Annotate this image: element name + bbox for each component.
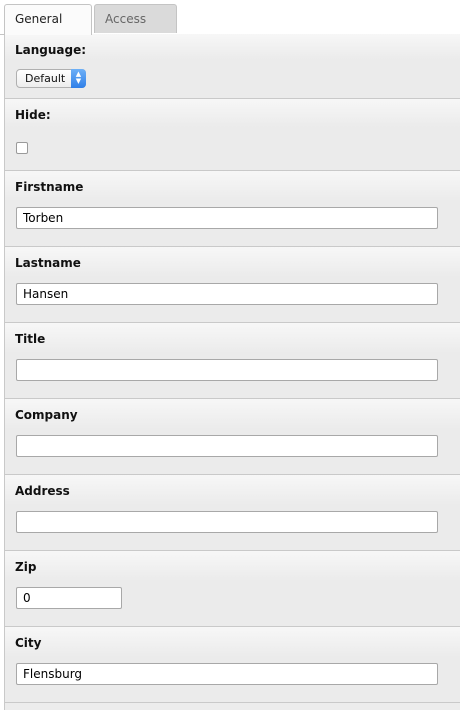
- firstname-input[interactable]: [16, 207, 438, 229]
- company-label: Company: [15, 408, 78, 422]
- tab-access[interactable]: Access: [94, 4, 177, 33]
- title-input[interactable]: [16, 359, 438, 381]
- firstname-section: Firstname: [5, 171, 460, 247]
- language-label: Language:: [15, 43, 87, 57]
- language-select[interactable]: Default ▲ ▼: [16, 69, 86, 88]
- company-input[interactable]: [16, 435, 438, 457]
- address-label: Address: [15, 484, 70, 498]
- title-label: Title: [15, 332, 46, 346]
- lastname-input[interactable]: [16, 283, 438, 305]
- address-section: Address: [5, 475, 460, 551]
- lastname-section: Lastname: [5, 247, 460, 323]
- language-section: Language: Default ▲ ▼: [5, 34, 460, 99]
- city-input[interactable]: [16, 663, 438, 685]
- tab-general[interactable]: General: [4, 4, 92, 35]
- zip-section: Zip: [5, 551, 460, 627]
- city-label: City: [15, 636, 42, 650]
- record-form: Language: Default ▲▼ Hide: Firstname Las…: [4, 34, 460, 710]
- company-section: Company: [5, 399, 460, 475]
- zip-input[interactable]: [16, 587, 122, 609]
- zip-label: Zip: [15, 560, 37, 574]
- lastname-label: Lastname: [15, 256, 81, 270]
- title-section: Title: [5, 323, 460, 399]
- tab-bar: General Access: [0, 0, 460, 35]
- hide-label: Hide:: [15, 108, 51, 122]
- language-select-value: Default: [25, 72, 66, 85]
- hide-checkbox[interactable]: [16, 142, 28, 154]
- address-input[interactable]: [16, 511, 438, 533]
- up-down-chevron-icon: ▲ ▼: [71, 69, 86, 88]
- firstname-label: Firstname: [15, 180, 84, 194]
- hide-section: Hide:: [5, 99, 460, 171]
- city-section: City: [5, 627, 460, 703]
